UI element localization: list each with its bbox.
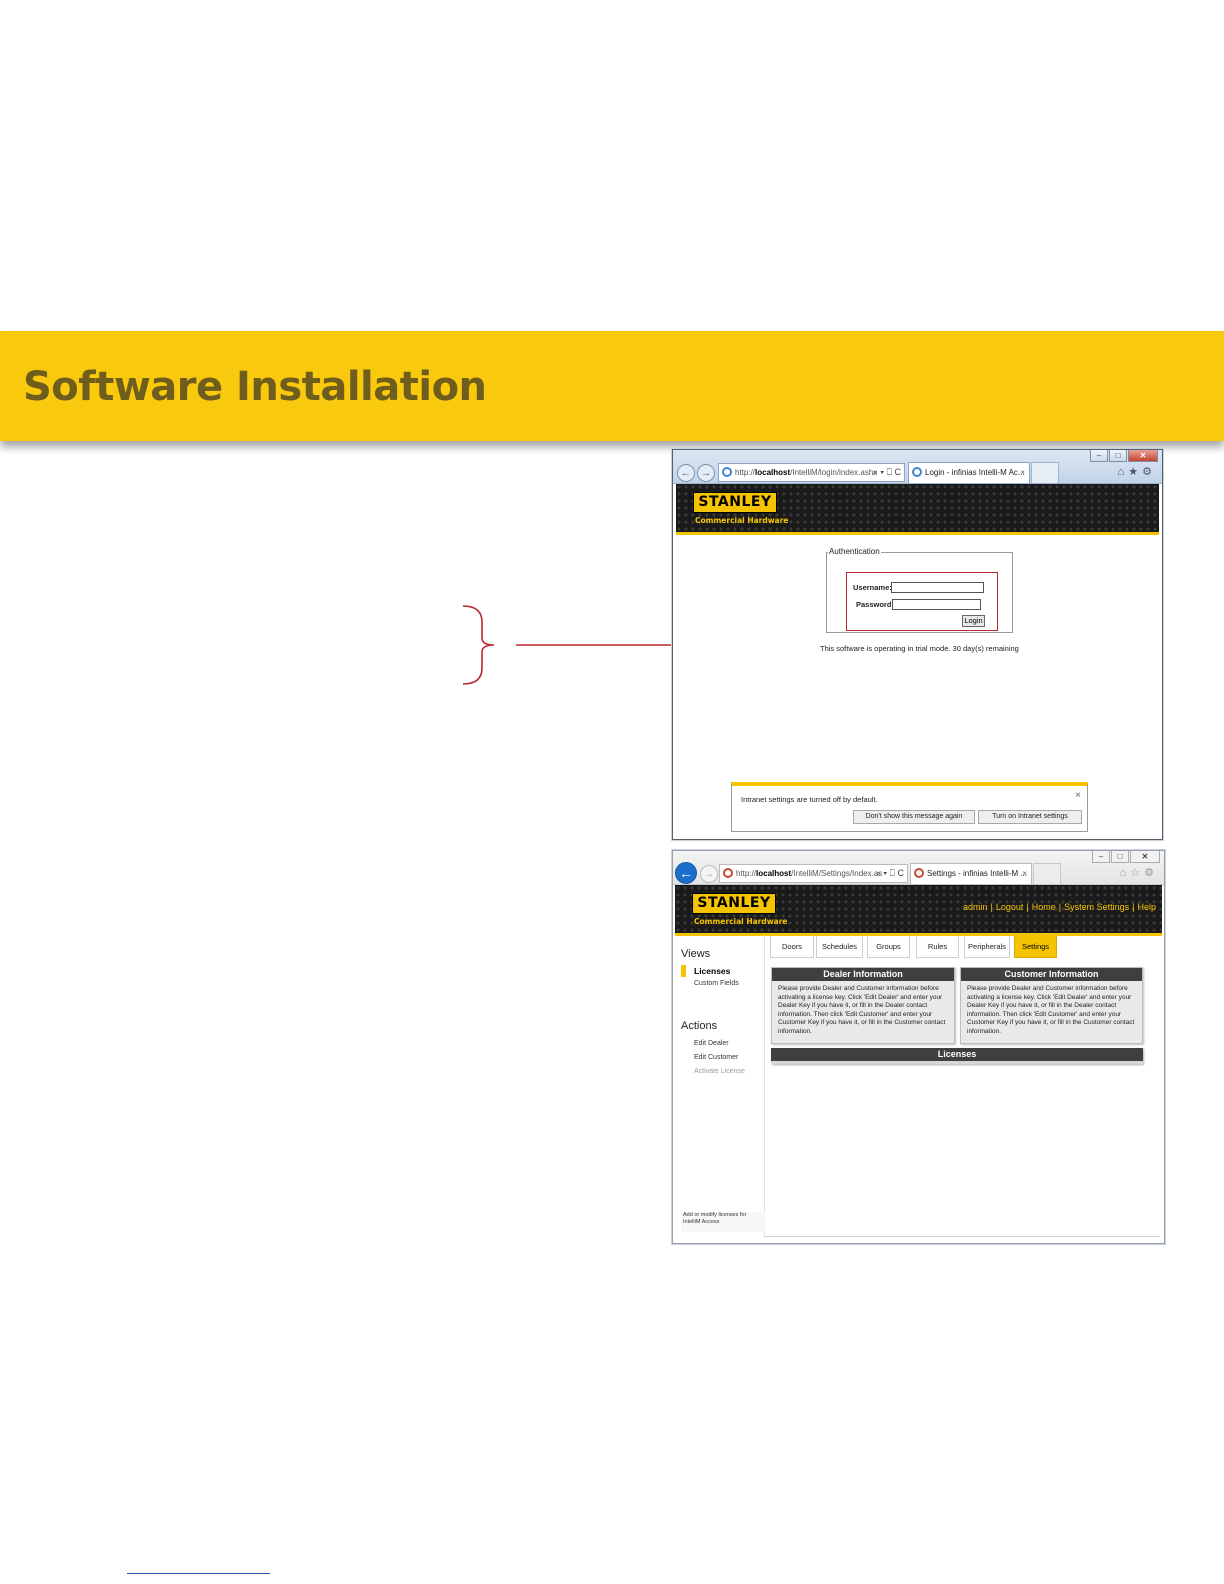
tab-groups[interactable]: Groups — [867, 936, 910, 958]
stanley-logo: STANLEY — [693, 492, 777, 513]
toolbar-icons[interactable]: ⌂☆⚙ — [1120, 866, 1158, 879]
window-controls: – □ ✕ — [1089, 450, 1158, 462]
sidebar-help-text: Add or modify licenses for IntelliM Acce… — [681, 1212, 765, 1232]
login-browser-window: – □ ✕ ← → http://localhost/IntelliM/logi… — [672, 449, 1163, 840]
tab-login[interactable]: Login - infinias Intelli-M Ac... × — [908, 462, 1030, 483]
curly-brace — [462, 605, 495, 685]
password-label: Password: — [856, 600, 894, 609]
tab-schedules[interactable]: Schedules — [816, 936, 863, 958]
address-tools-icon[interactable]: ⌕ ▾ ⎕ C — [876, 865, 904, 882]
tab-settings-page[interactable]: Settings - infinias Intelli-M ... × — [910, 863, 1032, 884]
notification-close-icon[interactable]: × — [1075, 790, 1081, 801]
footer-rule — [127, 1573, 270, 1574]
top-link-admin[interactable]: admin — [963, 902, 988, 912]
tab-rules[interactable]: Rules — [916, 936, 959, 958]
top-link-home[interactable]: Home — [1032, 902, 1056, 912]
password-input[interactable] — [892, 599, 981, 610]
tab-settings[interactable]: Settings — [1014, 936, 1057, 958]
authentication-legend: Authentication — [828, 547, 881, 556]
maximize-icon[interactable]: □ — [1111, 851, 1129, 863]
active-view-marker — [681, 965, 686, 977]
logo-subtitle: Commercial Hardware — [695, 516, 789, 525]
stanley-header: STANLEY Commercial Hardware admin | Logout… — [675, 885, 1162, 936]
logo-subtitle: Commercial Hardware — [694, 917, 788, 926]
back-icon[interactable]: ← — [675, 862, 697, 884]
tab-doors[interactable]: Doors — [770, 936, 814, 958]
top-link-system-settings[interactable]: System Settings — [1064, 902, 1129, 912]
stanley-logo: STANLEY — [692, 893, 776, 914]
actions-title: Actions — [681, 1020, 718, 1032]
dealer-panel-title: Dealer Information — [772, 968, 954, 981]
ie-icon — [912, 467, 922, 477]
username-input[interactable] — [891, 582, 984, 593]
trial-mode-message: This software is operating in trial mode… — [820, 644, 1019, 653]
top-link-logout[interactable]: Logout — [996, 902, 1024, 912]
customer-panel-body: Please provide Dealer and Customer infor… — [967, 985, 1135, 1035]
address-bar[interactable]: http://localhost/IntelliM/Settings/Index… — [719, 864, 908, 883]
ie-icon — [722, 467, 732, 477]
slide-title: Software Installation — [23, 364, 487, 410]
page-icon — [914, 868, 924, 878]
tab-close-icon[interactable]: × — [1022, 864, 1027, 883]
tab-title: Login - infinias Intelli-M Ac... — [925, 468, 1025, 477]
close-icon[interactable]: ✕ — [1130, 851, 1160, 863]
tab-peripherals[interactable]: Peripherals — [964, 936, 1010, 958]
sidebar-item-licenses[interactable]: Licenses — [694, 966, 730, 976]
dealer-panel-body: Please provide Dealer and Customer infor… — [778, 985, 946, 1035]
browser-chrome: – □ ✕ ← → http://localhost/IntelliM/Sett… — [673, 851, 1164, 885]
address-bar[interactable]: http://localhost/IntelliM/login/index.as… — [718, 463, 905, 482]
views-title: Views — [681, 948, 711, 960]
settings-browser-window: – □ ✕ ← → http://localhost/IntelliM/Sett… — [672, 850, 1165, 1244]
notification-bar: Intranet settings are turned off by defa… — [731, 782, 1088, 832]
login-button[interactable]: Login — [962, 615, 985, 627]
toolbar-icons[interactable]: ⌂★⚙ — [1118, 465, 1156, 478]
new-tab-button[interactable] — [1033, 863, 1061, 884]
dealer-information-panel: Dealer Information Please provide Dealer… — [771, 967, 955, 1044]
page-icon — [723, 868, 733, 878]
action-activate-license: Activate License — [694, 1068, 745, 1075]
close-icon[interactable]: ✕ — [1128, 450, 1158, 462]
licenses-panel: Licenses — [771, 1048, 1143, 1064]
top-link-help[interactable]: Help — [1137, 902, 1156, 912]
customer-panel-title: Customer Information — [961, 968, 1142, 981]
new-tab-button[interactable] — [1031, 462, 1059, 483]
dont-show-again-button[interactable]: Don't show this message again — [853, 810, 975, 824]
minimize-icon[interactable]: – — [1090, 450, 1108, 462]
tab-title: Settings - infinias Intelli-M ... — [927, 869, 1028, 878]
turn-on-intranet-button[interactable]: Turn on Intranet settings — [978, 810, 1082, 824]
customer-information-panel: Customer Information Please provide Deal… — [960, 967, 1143, 1044]
maximize-icon[interactable]: □ — [1109, 450, 1127, 462]
top-links: admin | Logout | Home | System Settings | Help — [963, 902, 1156, 912]
minimize-icon[interactable]: – — [1092, 851, 1110, 863]
tab-close-icon[interactable]: × — [1020, 463, 1025, 482]
username-label: Username: — [853, 583, 892, 592]
action-edit-dealer[interactable]: Edit Dealer — [694, 1040, 729, 1047]
title-band: Software Installation — [0, 331, 1224, 441]
notification-text: Intranet settings are turned off by defa… — [741, 795, 878, 804]
forward-icon[interactable]: → — [697, 464, 715, 482]
sidebar-item-custom-fields[interactable]: Custom Fields — [694, 980, 739, 987]
window-controls: – □ ✕ — [1091, 851, 1160, 863]
browser-chrome: – □ ✕ ← → http://localhost/IntelliM/logi… — [673, 450, 1162, 484]
address-tools-icon[interactable]: ⌕ ▾ ⎕ C — [873, 464, 901, 481]
stanley-header: STANLEY Commercial Hardware — [676, 484, 1159, 535]
back-icon[interactable]: ← — [677, 464, 695, 482]
forward-icon[interactable]: → — [700, 865, 718, 883]
action-edit-customer[interactable]: Edit Customer — [694, 1054, 738, 1061]
